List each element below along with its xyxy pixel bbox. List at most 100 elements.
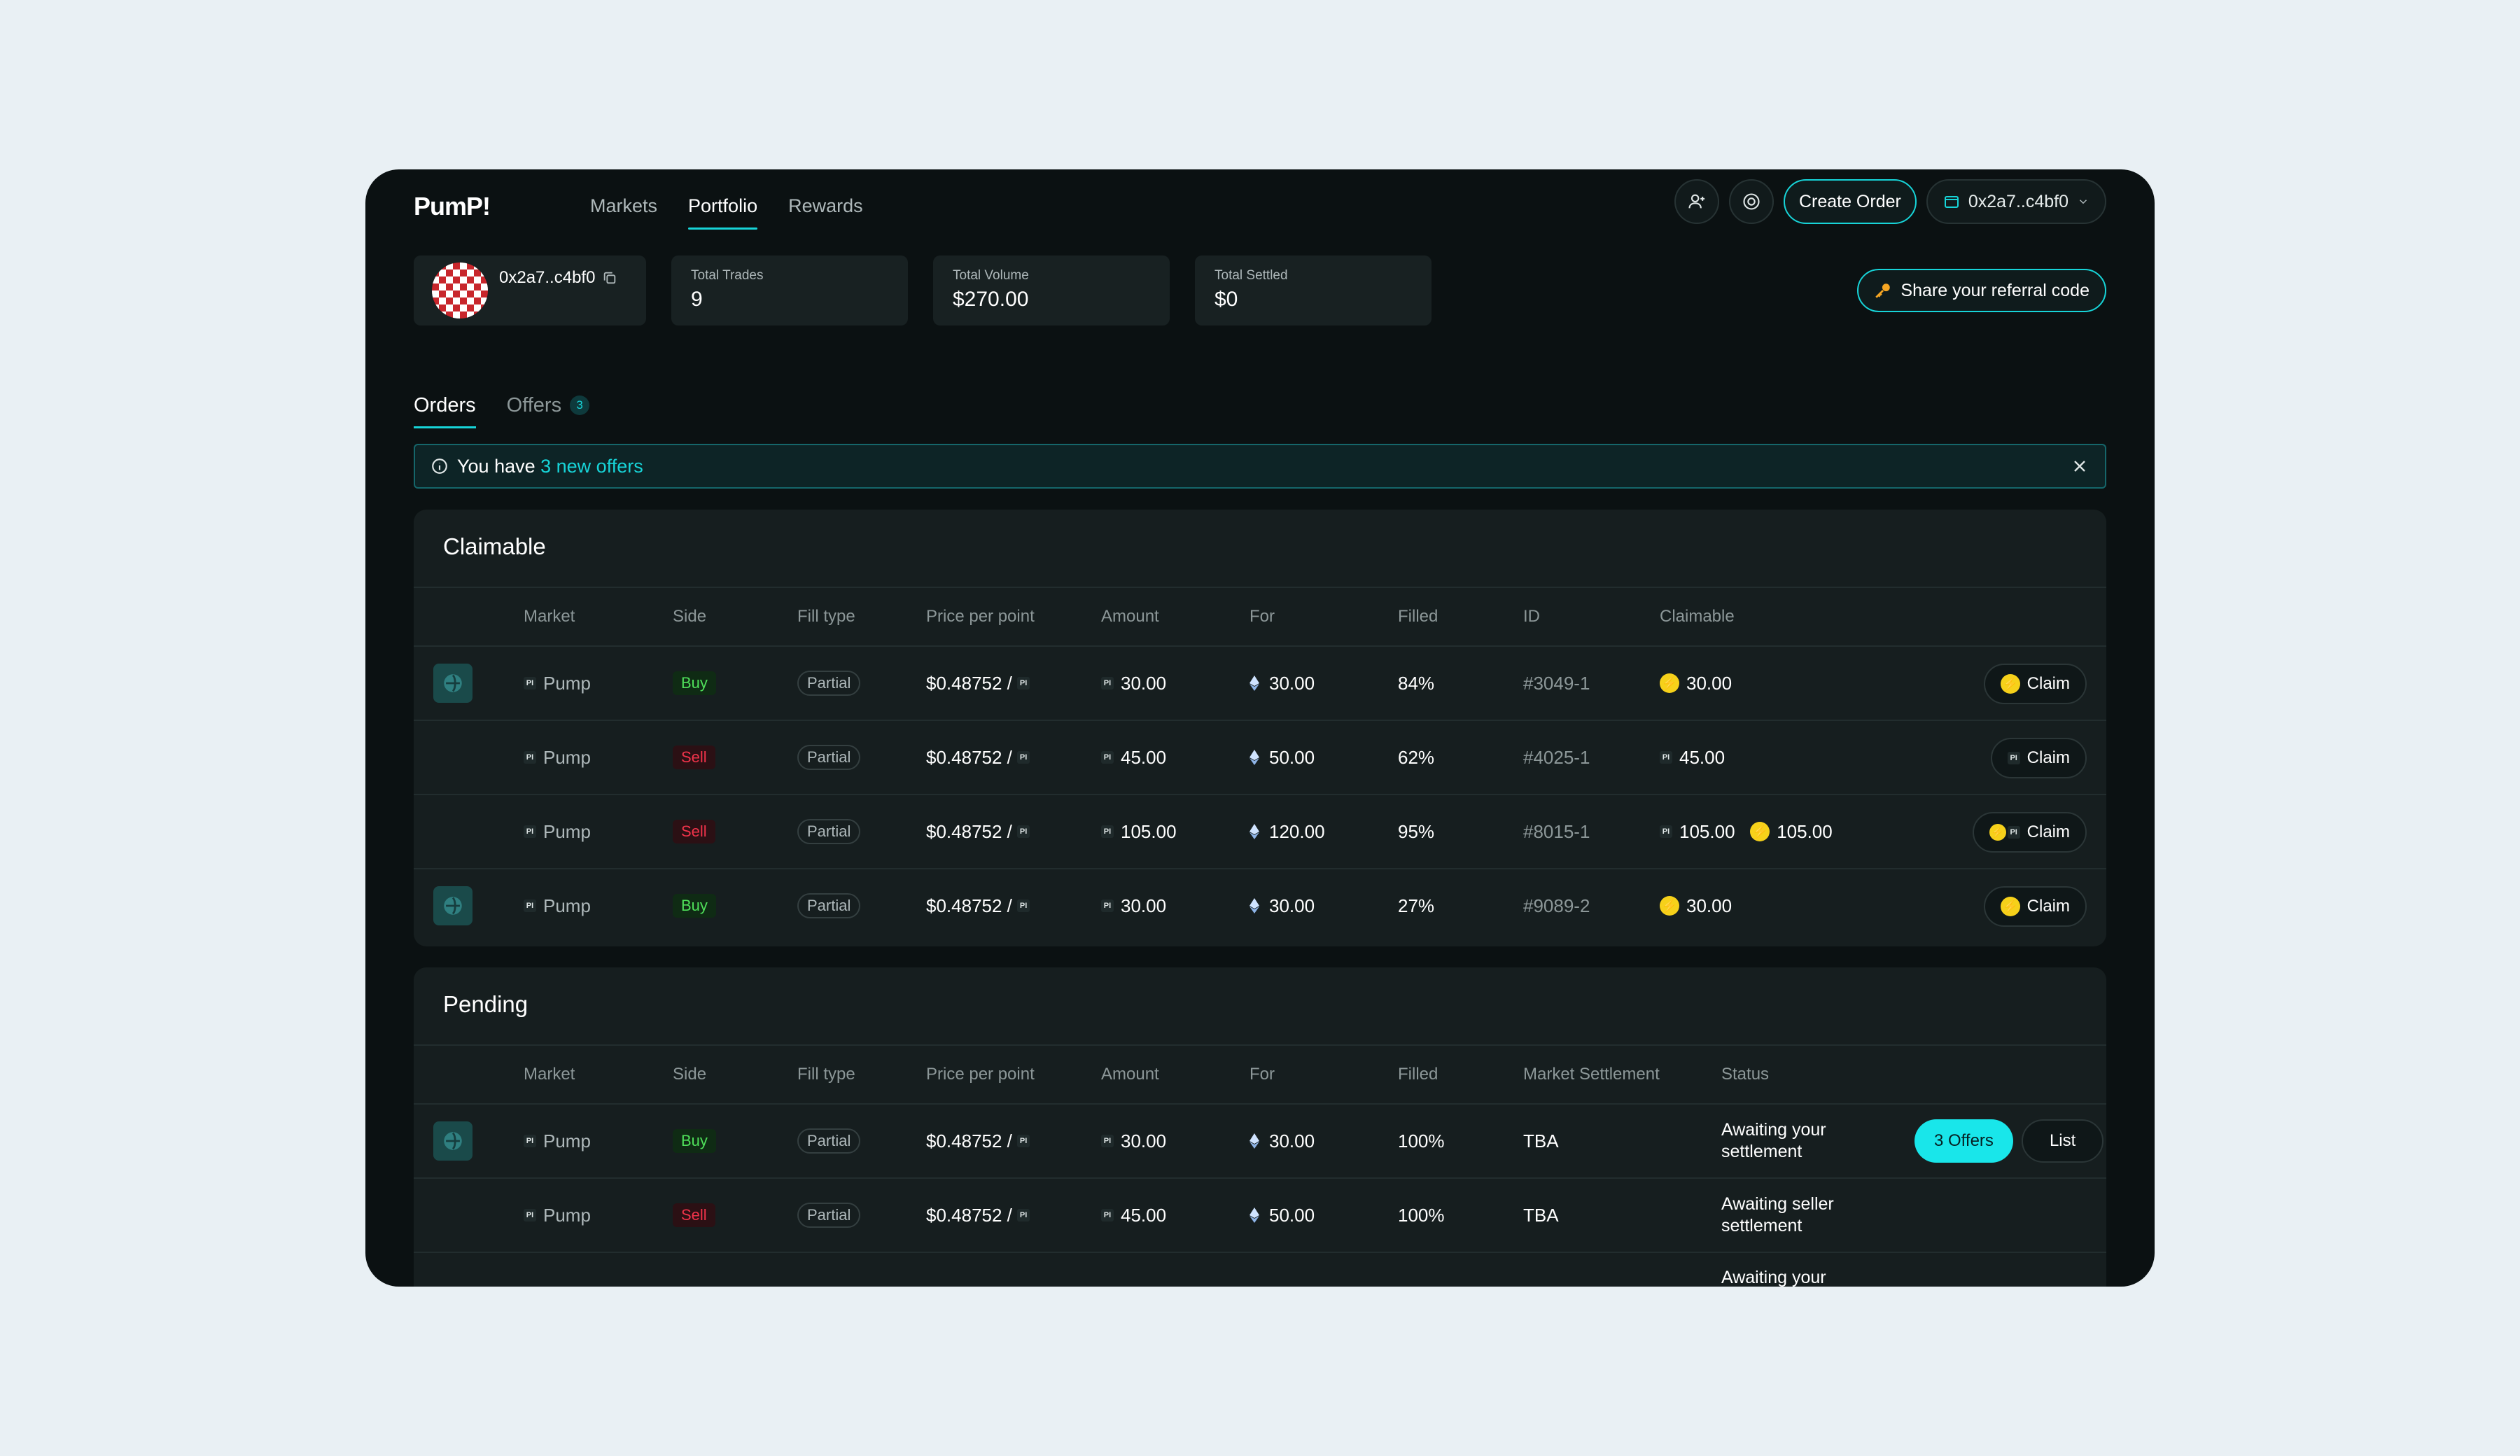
eth-icon [1250,824,1259,839]
status-text: Awaiting your [1721,1268,1826,1287]
for-value: 120.00 [1269,820,1325,842]
stat-label: Total Settled [1214,268,1288,283]
price-value: $0.48752 / [926,672,1012,694]
market-name: Pump [543,672,591,694]
tab-offers[interactable]: Offers 3 [507,388,590,423]
side-badge: Buy [673,1129,716,1153]
table-row[interactable]: PI Pump Buy Partial $0.48752 / PI PI 30.00… [414,647,2106,721]
side-cell: Buy [673,647,716,720]
user-card: 0x2a7..c4bf0 [414,255,646,326]
list-button[interactable]: List [2021,1119,2104,1163]
side-badge: Sell [673,1203,715,1227]
coin-button[interactable] [1728,179,1774,224]
avatar [432,262,488,318]
chevron-down-icon [2079,200,2087,204]
for-cell: 30.00 [1250,1105,1315,1177]
stat-total-trades: Total Trades 9 [671,255,908,326]
market-cell: PI Pump [524,1179,591,1252]
claimable-cell: PI 105.00 ⚡ 105.00 [1660,795,1833,868]
amount-cell: PI 30.00 [1101,647,1166,720]
bolt-token-icon: ⚡ [1750,822,1770,841]
logo[interactable]: PumP! [414,189,491,224]
pi-token-icon: PI [1101,677,1114,690]
header-filled: Filled [1398,1065,1438,1084]
market-logo-icon [444,897,462,915]
new-offers-link[interactable]: 3 new offers [540,456,643,477]
header-filled: Filled [1398,607,1438,626]
status-cell: Awaiting seller settlement [1721,1179,1882,1252]
info-icon [432,458,447,474]
market-logo-icon [444,1132,462,1150]
pi-token-icon: PI [524,825,536,838]
amount-cell: PI 45.00 [1101,721,1166,794]
table-row[interactable]: PI Pump Sell Partial $0.48752 / PI PI 45.0… [414,721,2106,795]
pi-token-icon: PI [2007,826,2020,839]
fill-type-badge: Partial [797,1128,861,1154]
table-row[interactable]: PI Pump Buy Partial $0.48752 / PI PI 30.00… [414,1105,2106,1179]
header-market: Market [524,607,575,626]
claim-button[interactable]: ⚡ PI Claim [1972,812,2087,853]
filled-value: 95% [1398,820,1435,842]
close-icon[interactable] [2070,456,2090,476]
key-icon [1875,284,1891,298]
app-content: PumP! Markets Portfolio Rewards Create O… [414,169,2106,1287]
order-id: #4025-1 [1523,746,1590,768]
filled-cell: 27% [1398,869,1434,942]
price-value: $0.48752 / [926,1130,1012,1152]
table-header: Market Side Fill type Price per point Am… [414,587,2106,647]
table-row[interactable]: PI Pump Sell Partial $0.48752 / PI PI 45.0… [414,1179,2106,1253]
stat-total-settled: Total Settled $0 [1195,255,1432,326]
nav-rewards[interactable]: Rewards [788,186,863,225]
amount-cell: PI 30.00 [1101,869,1166,942]
market-name: Pump [543,746,591,768]
table-row[interactable]: PI Pump Buy Partial $0.48752 / PI PI 30.00… [414,869,2106,944]
filled-cell: 100% [1398,1179,1445,1252]
claim-button[interactable]: ⚡ Claim [1983,886,2087,927]
fill-type-cell: Partial [797,795,861,868]
claim-button[interactable]: PI Claim [1990,738,2087,778]
offers-count-badge: 3 [570,396,590,415]
side-cell: Sell [673,1179,715,1252]
stat-total-volume: Total Volume $270.00 [933,255,1170,326]
nav-portfolio[interactable]: Portfolio [688,186,758,230]
eth-icon [1250,1133,1259,1149]
pi-token-icon: PI [1101,1209,1114,1222]
settlement-cell: TBA [1523,1179,1559,1252]
pi-token-icon: PI [1660,825,1672,838]
add-user-button[interactable] [1674,179,1719,224]
row-actions: 3 Offers List [1914,1105,2104,1177]
stat-value: 9 [691,288,703,311]
amount-value: 30.00 [1121,1130,1167,1152]
status-cell: Awaiting your [1721,1253,1882,1287]
table-row[interactable]: PI Pump Sell Partial $0.48752 / PI PI 105.… [414,795,2106,869]
view-offers-button[interactable]: 3 Offers [1914,1119,2013,1163]
fill-type-cell: Partial [797,647,861,720]
bolt-token-icon: ⚡ [1660,896,1679,916]
pi-token-icon: PI [1101,1135,1114,1147]
market-thumb [433,869,472,942]
user-address-row: 0x2a7..c4bf0 [499,268,617,288]
share-referral-button[interactable]: Share your referral code [1857,269,2106,312]
claim-button[interactable]: ⚡ Claim [1983,664,2087,704]
fill-type-badge: Partial [797,893,861,918]
pi-token-icon: PI [524,1209,536,1222]
status-text: Awaiting your settlement [1721,1120,1826,1161]
copy-icon[interactable] [602,270,617,286]
id-cell: #9089-2 [1523,869,1590,942]
table-row[interactable]: Awaiting your [414,1253,2106,1287]
header-fill-type: Fill type [797,607,855,626]
tab-orders[interactable]: Orders [414,388,476,428]
pending-panel: Pending Market Side Fill type Price per … [414,967,2106,1287]
header-side: Side [673,1065,707,1084]
wallet-button[interactable]: 0x2a7..c4bf0 [1926,179,2106,224]
for-cell: 50.00 [1250,1179,1315,1252]
market-name: Pump [543,1204,591,1226]
filled-cell: 84% [1398,647,1434,720]
claimable-panel: Claimable Market Side Fill type Price pe… [414,510,2106,946]
header-market: Market [524,1065,575,1084]
order-id: #8015-1 [1523,820,1590,842]
nav-markets[interactable]: Markets [590,186,657,225]
fill-type-cell: Partial [797,721,861,794]
settlement-value: TBA [1523,1204,1559,1226]
create-order-button[interactable]: Create Order [1783,179,1917,224]
